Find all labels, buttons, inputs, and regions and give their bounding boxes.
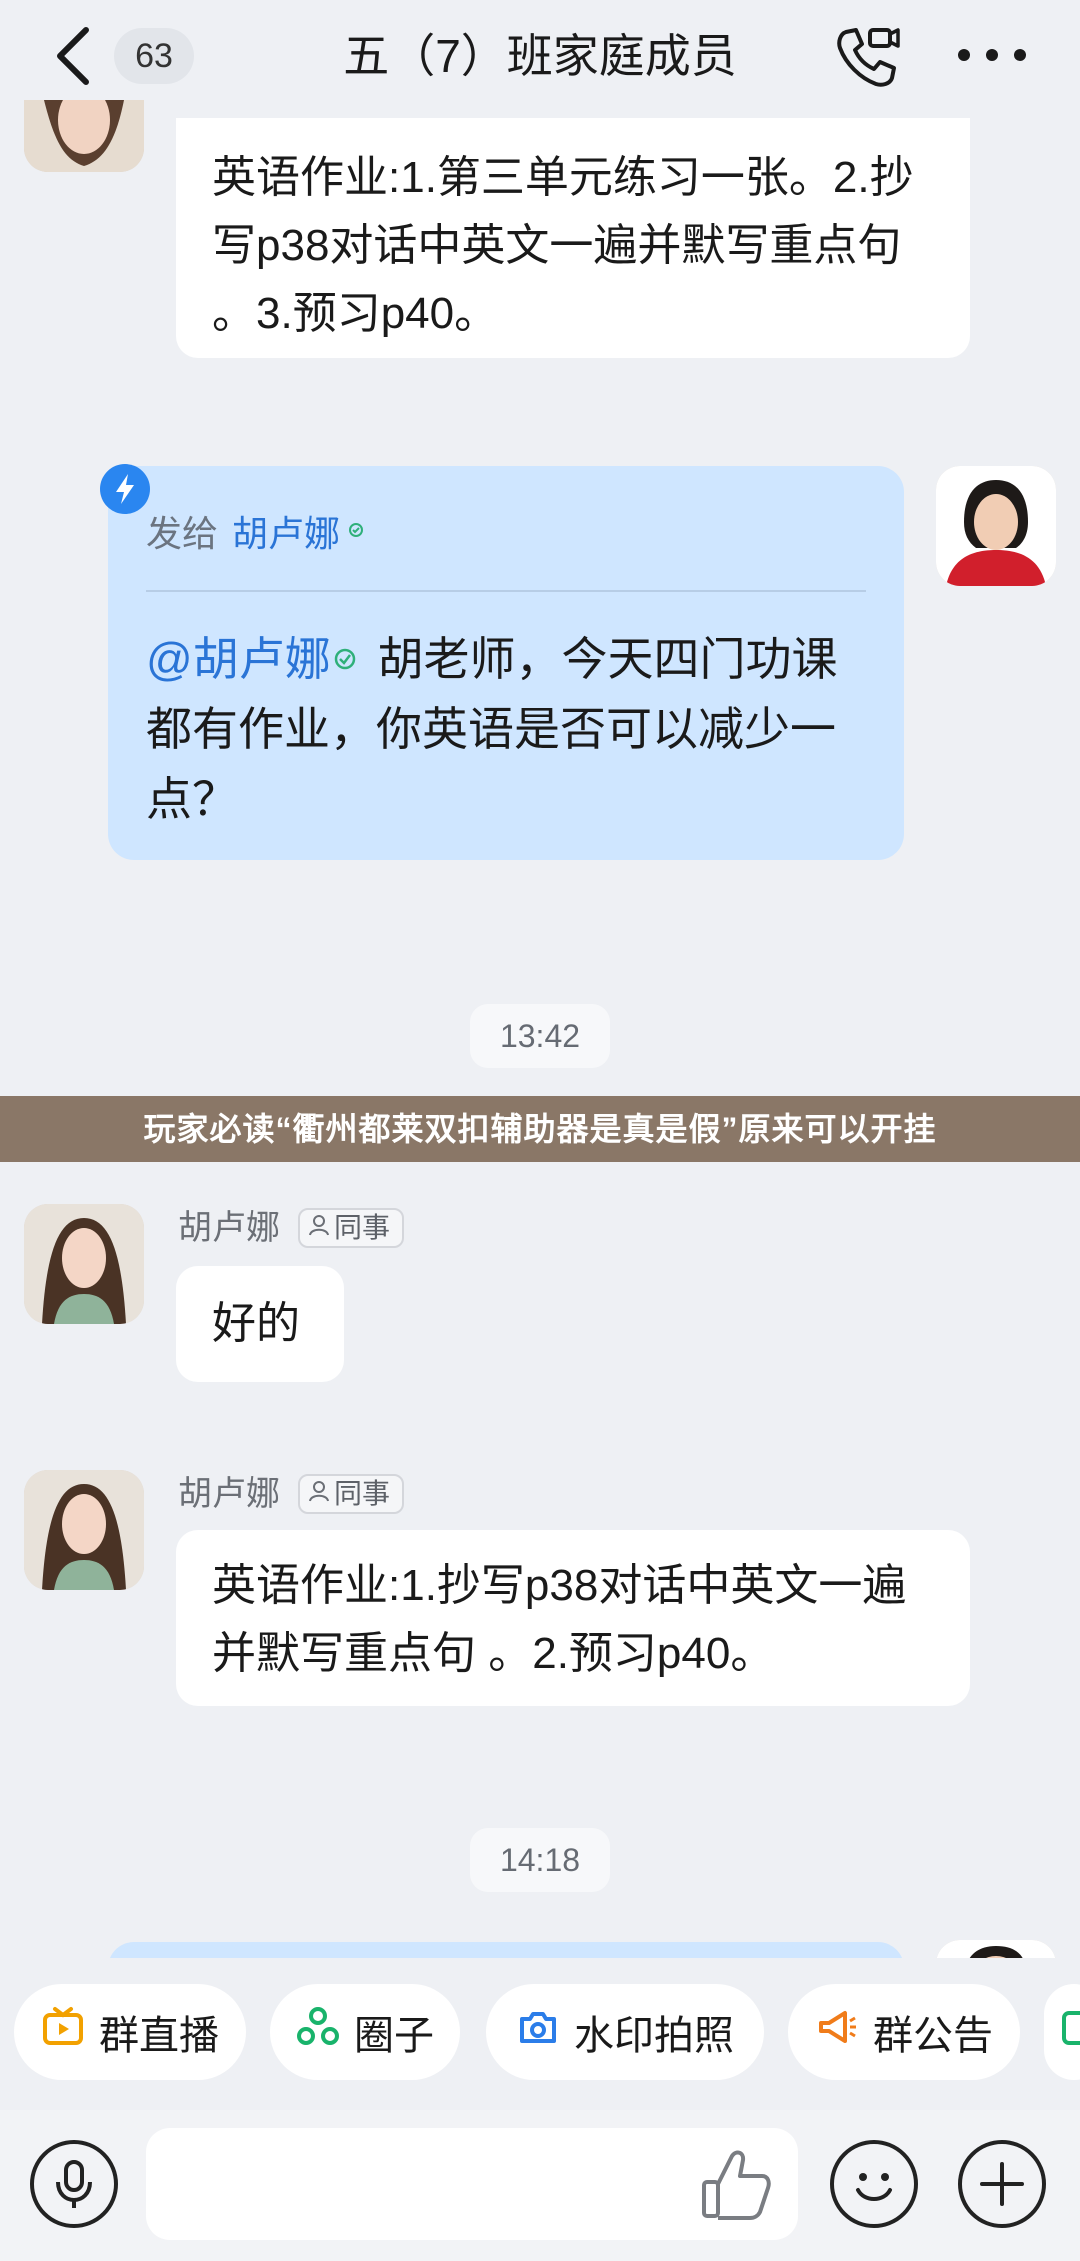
avatar[interactable] — [936, 466, 1056, 586]
megaphone-icon — [815, 2005, 859, 2059]
sender-name: 胡卢娜 — [178, 1475, 280, 1513]
live-tv-icon — [41, 2005, 85, 2059]
tag-label: 同事 — [334, 1478, 391, 1509]
timestamp: 13:42 — [470, 1004, 610, 1068]
circle-group-icon — [296, 2005, 340, 2059]
reply-text: @胡卢娜 胡老师，今天四门功课都有作业，你英语是否可以减少一点？ — [146, 624, 866, 834]
divider — [146, 590, 866, 592]
chat-title: 五（7）班家庭成员 — [343, 30, 737, 82]
person-icon — [308, 1474, 330, 1514]
quick-action-circle[interactable]: 圈子 — [270, 1984, 460, 2080]
verified-check-icon — [331, 624, 365, 694]
avatar[interactable] — [24, 1470, 144, 1590]
message-bubble[interactable]: 英语作业:1.抄写p38对话中英文一遍并默写重点句 。2.预习p40。 — [176, 1530, 970, 1706]
quick-action-more-partial[interactable] — [1044, 1984, 1080, 2080]
overlay-banner: 玩家必读“衢州都莱双扣辅助器是真是假”原来可以开挂 — [0, 1096, 1080, 1162]
verified-check-icon — [346, 506, 366, 562]
send-to-line: 发给 胡卢娜 — [146, 506, 366, 562]
message-text: 英语作业:1.抄写p38对话中英文一遍并默写重点句 。2.预习p40。 — [212, 1561, 907, 1678]
tag-label: 同事 — [334, 1212, 391, 1243]
message-bubble[interactable]: 好的 — [176, 1266, 344, 1382]
person-icon — [308, 1208, 330, 1248]
more-options-icon[interactable] — [952, 40, 1032, 70]
quick-action-announcement[interactable]: 群公告 — [788, 1984, 1020, 2080]
partial-green-icon — [1060, 2005, 1080, 2059]
message-text: 英语作业:1.第三单元练习一张。2.抄写p38对话中英文一遍并默写重点句 。3.… — [212, 153, 914, 338]
colleague-tag: 同事 — [298, 1474, 405, 1514]
send-to-label: 发给 — [146, 513, 219, 554]
voice-input-button[interactable] — [30, 2140, 118, 2228]
avatar[interactable] — [24, 100, 144, 172]
emoji-button[interactable] — [830, 2140, 918, 2228]
group-call-icon[interactable] — [832, 22, 902, 92]
back-arrow-icon[interactable] — [48, 24, 104, 88]
plus-icon — [962, 2144, 1042, 2229]
message-bubble[interactable]: 英语作业:1.第三单元练习一张。2.抄写p38对话中英文一遍并默写重点句 。3.… — [176, 118, 970, 358]
send-to-name[interactable]: 胡卢娜 — [232, 506, 340, 562]
quick-action-label: 群公告 — [873, 2014, 993, 2058]
smiley-icon — [834, 2144, 914, 2229]
timestamp: 14:18 — [470, 1828, 610, 1892]
quick-action-label: 圈子 — [354, 2014, 434, 2058]
thumbs-up-icon[interactable] — [696, 2142, 776, 2226]
camera-icon — [516, 2005, 560, 2059]
quick-action-label: 水印拍照 — [574, 2014, 734, 2058]
add-attachment-button[interactable] — [958, 2140, 1046, 2228]
quick-action-label: 群直播 — [99, 2014, 219, 2058]
unread-count-badge[interactable]: 63 — [114, 28, 194, 84]
avatar[interactable] — [24, 1204, 144, 1324]
mention-link[interactable]: @胡卢娜 — [146, 633, 331, 685]
microphone-icon — [34, 2144, 114, 2229]
quick-action-live[interactable]: 群直播 — [14, 1984, 246, 2080]
quick-action-watermark-camera[interactable]: 水印拍照 — [486, 1984, 764, 2080]
lightning-badge-icon — [100, 464, 150, 514]
sender-name: 胡卢娜 — [178, 1209, 280, 1247]
message-text: 好的 — [212, 1299, 300, 1348]
colleague-tag: 同事 — [298, 1208, 405, 1248]
